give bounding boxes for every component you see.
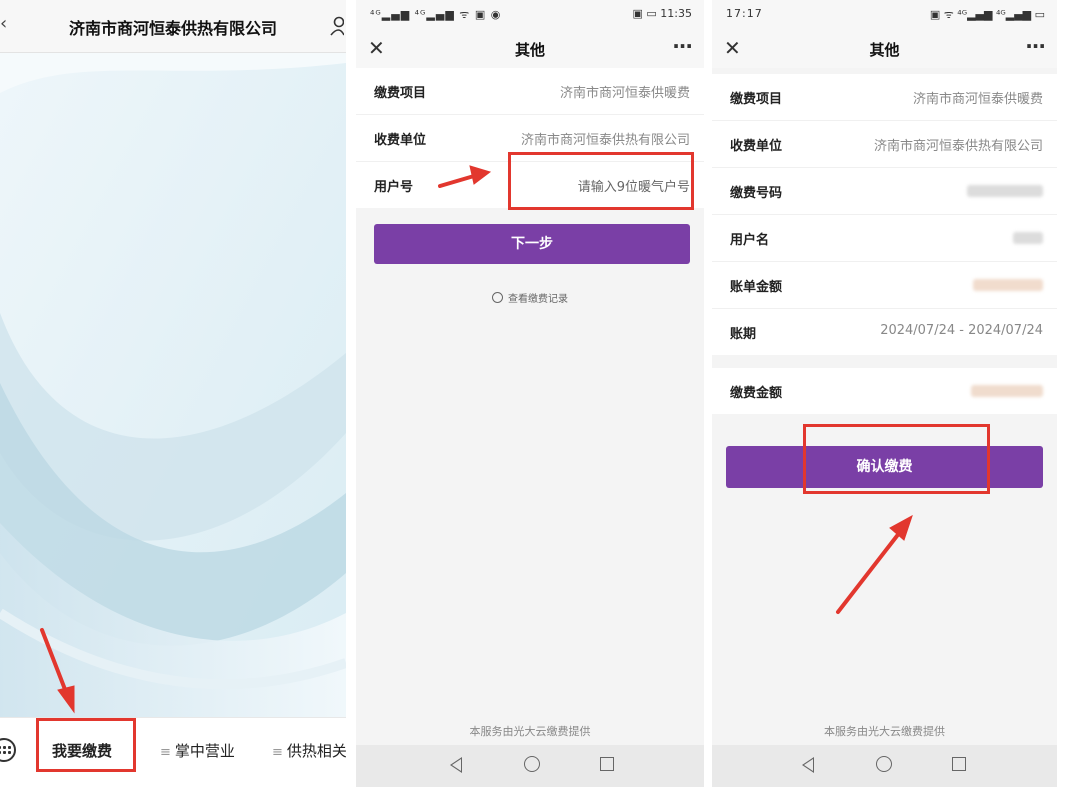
row-label: 缴费项目	[374, 86, 427, 101]
back-nav-icon[interactable]	[450, 757, 462, 773]
row-value: 济南市商河恒泰供暖费	[912, 92, 1043, 107]
amount-section: 缴费金额	[712, 368, 1057, 414]
user-icon[interactable]	[330, 16, 344, 36]
row-value: 济南市商河恒泰供热有限公司	[873, 139, 1043, 154]
menu-lines-icon: ≡	[272, 745, 283, 760]
detail-row-bill-amount: 账单金额	[712, 262, 1057, 309]
back-nav-icon[interactable]	[802, 757, 814, 773]
system-nav-bar	[712, 745, 1057, 787]
account-number-input[interactable]: 请输入9位暖气户号	[578, 176, 690, 195]
page-title: 济南市商河恒泰供热有限公司	[68, 19, 277, 38]
bottom-tab-bar: 我要缴费 ≡ 掌中营业 ≡ 供热相关	[0, 717, 346, 787]
redacted-value	[973, 279, 1043, 291]
tab-pay[interactable]: 我要缴费	[52, 740, 112, 761]
row-label: 缴费项目	[730, 92, 783, 107]
row-label: 账期	[730, 327, 757, 342]
tab-heating-label: 供热相关	[286, 742, 346, 760]
history-label: 查看缴费记录	[508, 294, 568, 305]
redacted-value	[1013, 232, 1043, 244]
amount-input[interactable]	[971, 385, 1043, 397]
banner-background	[0, 53, 346, 717]
row-value: 2024/07/24 - 2024/07/24	[880, 323, 1043, 338]
detail-row-username: 用户名	[712, 215, 1057, 262]
tab-pay-label: 我要缴费	[52, 742, 113, 760]
tab-heating[interactable]: ≡ 供热相关	[272, 740, 346, 761]
service-footer: 本服务由光大云缴费提供	[824, 725, 945, 738]
status-time: ▣ ▭ 11:35	[632, 7, 692, 20]
row-label: 用户号	[374, 180, 414, 195]
confirm-payment-button[interactable]: 确认缴费	[726, 446, 1043, 488]
form-row-item: 缴费项目 济南市商河恒泰供暖费	[356, 68, 704, 115]
bill-details: 缴费项目 济南市商河恒泰供暖费 收费单位 济南市商河恒泰供热有限公司 缴费号码 …	[712, 74, 1057, 355]
home-screen: ‹ 济南市商河恒泰供热有限公司 我要缴费 ≡ 掌中营业 ≡ 供热相关	[0, 0, 346, 787]
more-icon[interactable]: ···	[672, 34, 693, 58]
tab-business-label: 掌中营业	[174, 742, 235, 760]
system-nav-bar	[356, 745, 704, 787]
next-step-button[interactable]: 下一步	[374, 224, 690, 264]
nav-bar: ✕ 其他 ···	[712, 28, 1057, 68]
detail-row-number: 缴费号码	[712, 168, 1057, 215]
status-time: 17:17	[726, 7, 763, 20]
payment-form: 缴费项目 济南市商河恒泰供暖费 收费单位 济南市商河恒泰供热有限公司 用户号 请…	[356, 68, 704, 208]
account-entry-screen: ⁴ᴳ▂▄▆ ⁴ᴳ▂▄▆ ᯤ ▣ ◉ ▣ ▭ 11:35 ✕ 其他 ··· 缴费项…	[356, 0, 704, 787]
confirm-payment-screen: 17:17 ▣ ᯤ ⁴ᴳ▂▄▆ ⁴ᴳ▂▄▆ ▭ ✕ 其他 ··· 缴费项目 济南…	[712, 0, 1057, 787]
row-label: 缴费金额	[730, 386, 783, 401]
nav-bar: ✕ 其他 ···	[356, 28, 704, 68]
home-nav-icon[interactable]	[524, 756, 540, 772]
view-history-link[interactable]: 查看缴费记录	[356, 290, 704, 305]
status-bar: ⁴ᴳ▂▄▆ ⁴ᴳ▂▄▆ ᯤ ▣ ◉ ▣ ▭ 11:35	[356, 0, 704, 28]
row-label: 收费单位	[374, 133, 427, 148]
search-icon	[492, 292, 503, 303]
home-nav-icon[interactable]	[876, 756, 892, 772]
recents-nav-icon[interactable]	[600, 757, 614, 771]
detail-row-period: 账期 2024/07/24 - 2024/07/24	[712, 309, 1057, 355]
form-row-account: 用户号 请输入9位暖气户号	[356, 162, 704, 208]
detail-row-payee: 收费单位 济南市商河恒泰供热有限公司	[712, 121, 1057, 168]
form-row-payee: 收费单位 济南市商河恒泰供热有限公司	[356, 115, 704, 162]
tab-business[interactable]: ≡ 掌中营业	[160, 740, 235, 761]
menu-lines-icon: ≡	[160, 745, 171, 760]
row-label: 缴费号码	[730, 186, 783, 201]
nav-title: 其他	[514, 41, 545, 59]
service-footer: 本服务由光大云缴费提供	[469, 725, 591, 738]
amount-row: 缴费金额	[712, 368, 1057, 414]
row-label: 收费单位	[730, 139, 783, 154]
row-label: 账单金额	[730, 280, 783, 295]
status-icons-right: ▣ ᯤ ⁴ᴳ▂▄▆ ⁴ᴳ▂▄▆ ▭	[929, 8, 1045, 21]
recents-nav-icon[interactable]	[952, 757, 966, 771]
app-header: ‹ 济南市商河恒泰供热有限公司	[0, 0, 346, 53]
row-label: 用户名	[730, 233, 770, 248]
status-icons-left: ⁴ᴳ▂▄▆ ⁴ᴳ▂▄▆ ᯤ ▣ ◉	[370, 8, 502, 21]
keyboard-icon[interactable]	[0, 738, 16, 762]
row-value: 济南市商河恒泰供暖费	[559, 86, 690, 101]
redacted-value	[967, 185, 1043, 197]
row-value: 济南市商河恒泰供热有限公司	[520, 133, 690, 148]
detail-row-item: 缴费项目 济南市商河恒泰供暖费	[712, 74, 1057, 121]
nav-title: 其他	[869, 41, 900, 59]
status-bar: 17:17 ▣ ᯤ ⁴ᴳ▂▄▆ ⁴ᴳ▂▄▆ ▭	[712, 0, 1057, 28]
more-icon[interactable]: ···	[1025, 34, 1046, 58]
